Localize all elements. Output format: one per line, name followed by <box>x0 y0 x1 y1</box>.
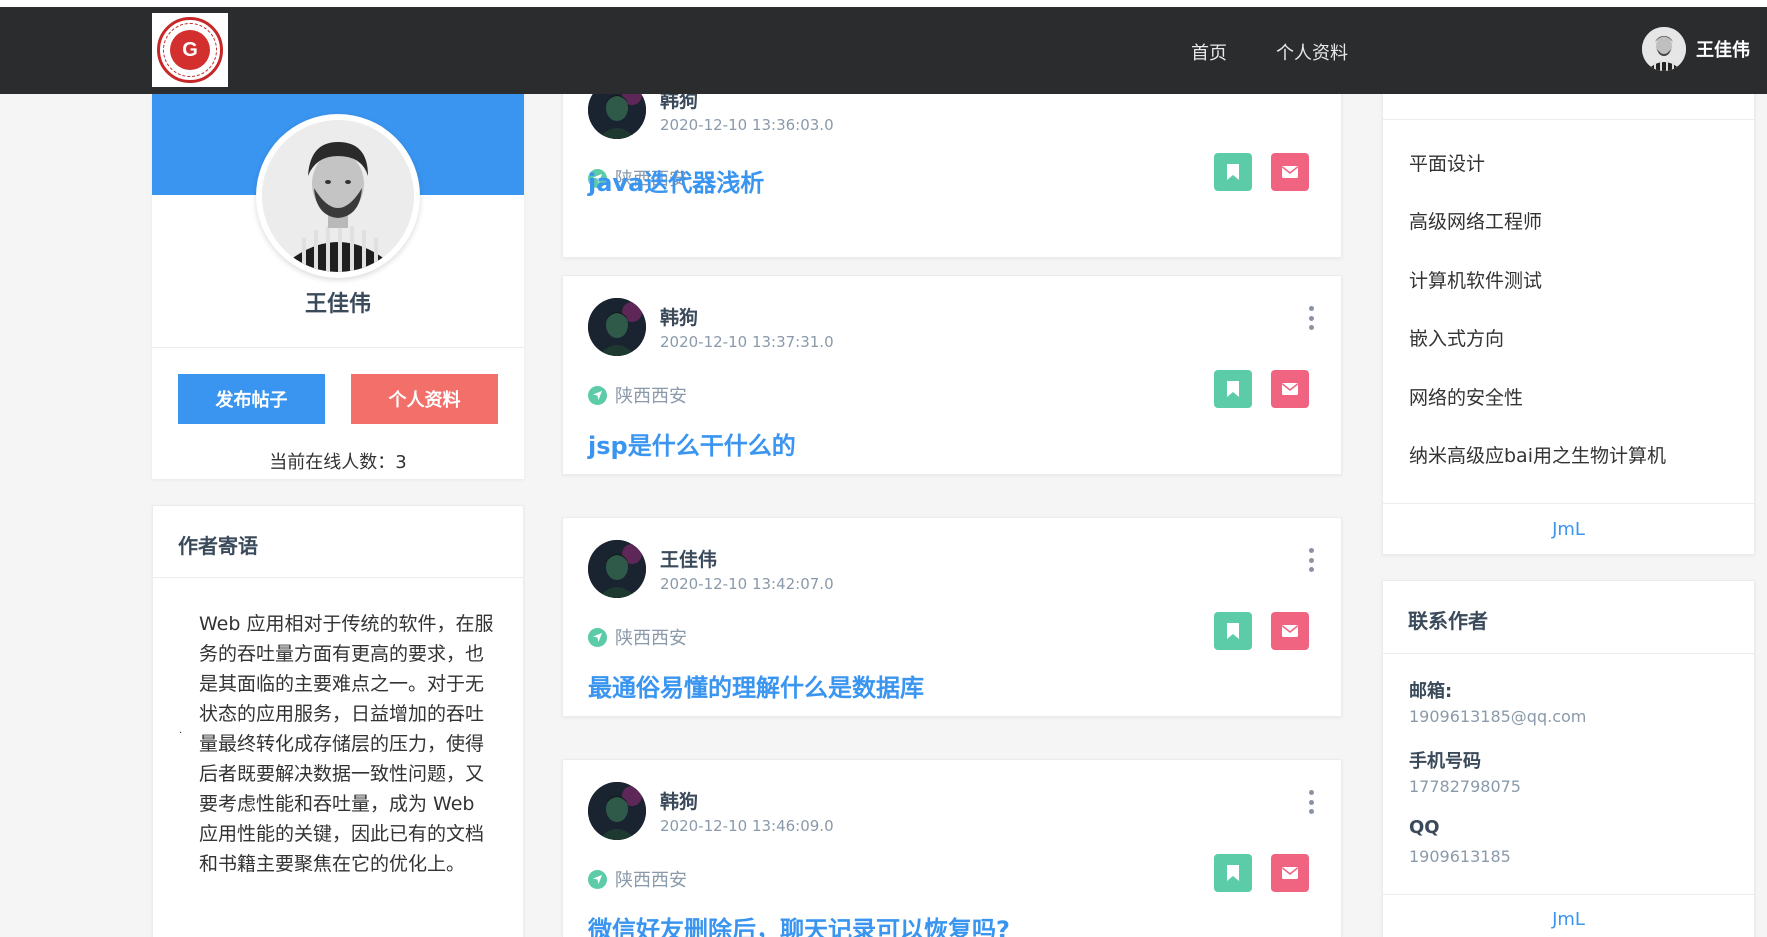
bookmark-button[interactable] <box>1214 370 1252 408</box>
bookmark-icon <box>1227 164 1239 180</box>
profile-card: 王佳伟 发布帖子 个人资料 当前在线人数：3 <box>152 94 524 479</box>
location-arrow-icon <box>588 627 607 647</box>
category-item[interactable]: 网络的安全性 <box>1409 383 1523 410</box>
nav-avatar <box>1642 27 1686 71</box>
post-time: 2020-12-10 13:46:09.0 <box>660 817 834 835</box>
message-button[interactable] <box>1271 612 1309 650</box>
post-header: 王佳伟 2020-12-10 13:42:07.0 <box>588 540 834 598</box>
online-count: 当前在线人数：3 <box>269 452 407 473</box>
profile-info-button[interactable]: 个人资料 <box>351 374 498 424</box>
author-portrait-icon <box>588 298 646 356</box>
post-header: 韩狗 2020-12-10 13:46:09.0 <box>588 782 834 840</box>
post-card: 韩狗 2020-12-10 13:46:09.0 陕西西安 微信好友删除后，聊天… <box>562 759 1342 937</box>
message-button[interactable] <box>1271 370 1309 408</box>
top-strip <box>0 0 1767 7</box>
message-button[interactable] <box>1271 854 1309 892</box>
post-avatar[interactable] <box>588 540 646 598</box>
post-location: 陕西西安 <box>588 382 687 408</box>
nav-username: 王佳伟 <box>1696 40 1750 61</box>
post-location: 陕西西安 <box>588 866 687 892</box>
message-button[interactable] <box>1271 153 1309 191</box>
divider <box>153 577 523 578</box>
category-item[interactable]: 平面设计 <box>1409 149 1485 176</box>
author-portrait-icon <box>588 540 646 598</box>
post-author[interactable]: 韩狗 <box>660 303 834 329</box>
nav-link-profile[interactable]: 个人资料 <box>1276 39 1348 65</box>
post-title-link[interactable]: java迭代器浅析 <box>588 163 764 198</box>
category-item[interactable]: 高级网络工程师 <box>1409 207 1542 234</box>
post-author[interactable]: 王佳伟 <box>660 545 834 571</box>
category-card: 平面设计 高级网络工程师 计算机软件测试 嵌入式方向 网络的安全性 纳米高级应b… <box>1382 60 1755 555</box>
bullet-dot: · <box>179 728 183 739</box>
location-arrow-icon <box>588 869 607 889</box>
divider <box>1383 653 1754 654</box>
profile-avatar <box>256 114 420 278</box>
divider <box>1383 119 1754 120</box>
post-time: 2020-12-10 13:36:03.0 <box>660 116 834 134</box>
phone-value: 17782798075 <box>1409 777 1521 796</box>
author-note-text: Web 应用相对于传统的软件，在服务的吞吐量方面有更高的要求，也是其面临的主要难… <box>199 613 494 875</box>
navbar: G 首页 个人资料 王佳伟 <box>0 7 1767 94</box>
bookmark-button[interactable] <box>1214 612 1252 650</box>
bookmark-icon <box>1227 381 1239 397</box>
post-avatar[interactable] <box>588 298 646 356</box>
mail-icon <box>1282 867 1298 879</box>
post-location-text: 陕西西安 <box>615 386 687 407</box>
post-location-text: 陕西西安 <box>615 870 687 891</box>
divider <box>1383 503 1754 504</box>
post-header: 韩狗 2020-12-10 13:37:31.0 <box>588 298 834 356</box>
category-item[interactable]: 嵌入式方向 <box>1409 324 1504 351</box>
mail-icon <box>1282 625 1298 637</box>
phone-label: 手机号码 <box>1409 751 1481 772</box>
category-footer-link[interactable]: JmL <box>1383 519 1754 540</box>
divider <box>152 347 524 348</box>
post-title-link[interactable]: 最通俗易懂的理解什么是数据库 <box>588 668 924 703</box>
bookmark-button[interactable] <box>1214 153 1252 191</box>
profile-portrait-icon <box>262 120 414 272</box>
post-title-link[interactable]: jsp是什么干什么的 <box>588 426 796 461</box>
qq-label: QQ <box>1409 817 1440 838</box>
qq-value: 1909613185 <box>1409 847 1511 866</box>
email-value: 1909613185@qq.com <box>1409 707 1587 726</box>
bookmark-icon <box>1227 623 1239 639</box>
more-options-icon[interactable] <box>1306 548 1316 572</box>
mail-icon <box>1282 383 1298 395</box>
nav-user-menu[interactable]: 王佳伟 <box>1642 27 1750 71</box>
post-card: 王佳伟 2020-12-10 13:42:07.0 陕西西安 最通俗易懂的理解什… <box>562 517 1342 717</box>
author-note-title: 作者寄语 <box>178 534 258 558</box>
author-note-card: 作者寄语 · Web 应用相对于传统的软件，在服务的吞吐量方面有更高的要求，也是… <box>152 505 524 937</box>
email-label: 邮箱: <box>1409 681 1453 702</box>
post-time: 2020-12-10 13:37:31.0 <box>660 333 834 351</box>
post-time: 2020-12-10 13:42:07.0 <box>660 575 834 593</box>
category-item[interactable]: 计算机软件测试 <box>1409 266 1542 293</box>
category-item[interactable]: 纳米高级应bai用之生物计算机 <box>1409 441 1666 468</box>
contact-footer-link[interactable]: JmL <box>1383 909 1754 930</box>
bookmark-button[interactable] <box>1214 854 1252 892</box>
logo-badge: G <box>157 17 223 83</box>
post-card: 韩狗 2020-12-10 13:37:31.0 陕西西安 jsp是什么干什么的 <box>562 275 1342 475</box>
author-portrait-icon <box>588 782 646 840</box>
profile-name: 王佳伟 <box>304 292 371 317</box>
logo-ring <box>163 23 217 77</box>
contact-title: 联系作者 <box>1408 609 1488 633</box>
nav-link-home[interactable]: 首页 <box>1191 39 1227 65</box>
contact-card: 联系作者 邮箱: 1909613185@qq.com 手机号码 17782798… <box>1382 580 1755 937</box>
post-location-text: 陕西西安 <box>615 628 687 649</box>
bookmark-icon <box>1227 865 1239 881</box>
divider <box>1383 894 1754 895</box>
location-arrow-icon <box>588 385 607 405</box>
site-logo[interactable]: G <box>152 13 228 87</box>
post-location: 陕西西安 <box>588 624 687 650</box>
more-options-icon[interactable] <box>1306 306 1316 330</box>
post-avatar[interactable] <box>588 782 646 840</box>
post-title-link[interactable]: 微信好友删除后，聊天记录可以恢复吗? <box>588 910 1010 937</box>
more-options-icon[interactable] <box>1306 790 1316 814</box>
post-author[interactable]: 韩狗 <box>660 787 834 813</box>
mail-icon <box>1282 166 1298 178</box>
user-portrait-icon <box>1642 27 1686 71</box>
publish-post-button[interactable]: 发布帖子 <box>178 374 325 424</box>
